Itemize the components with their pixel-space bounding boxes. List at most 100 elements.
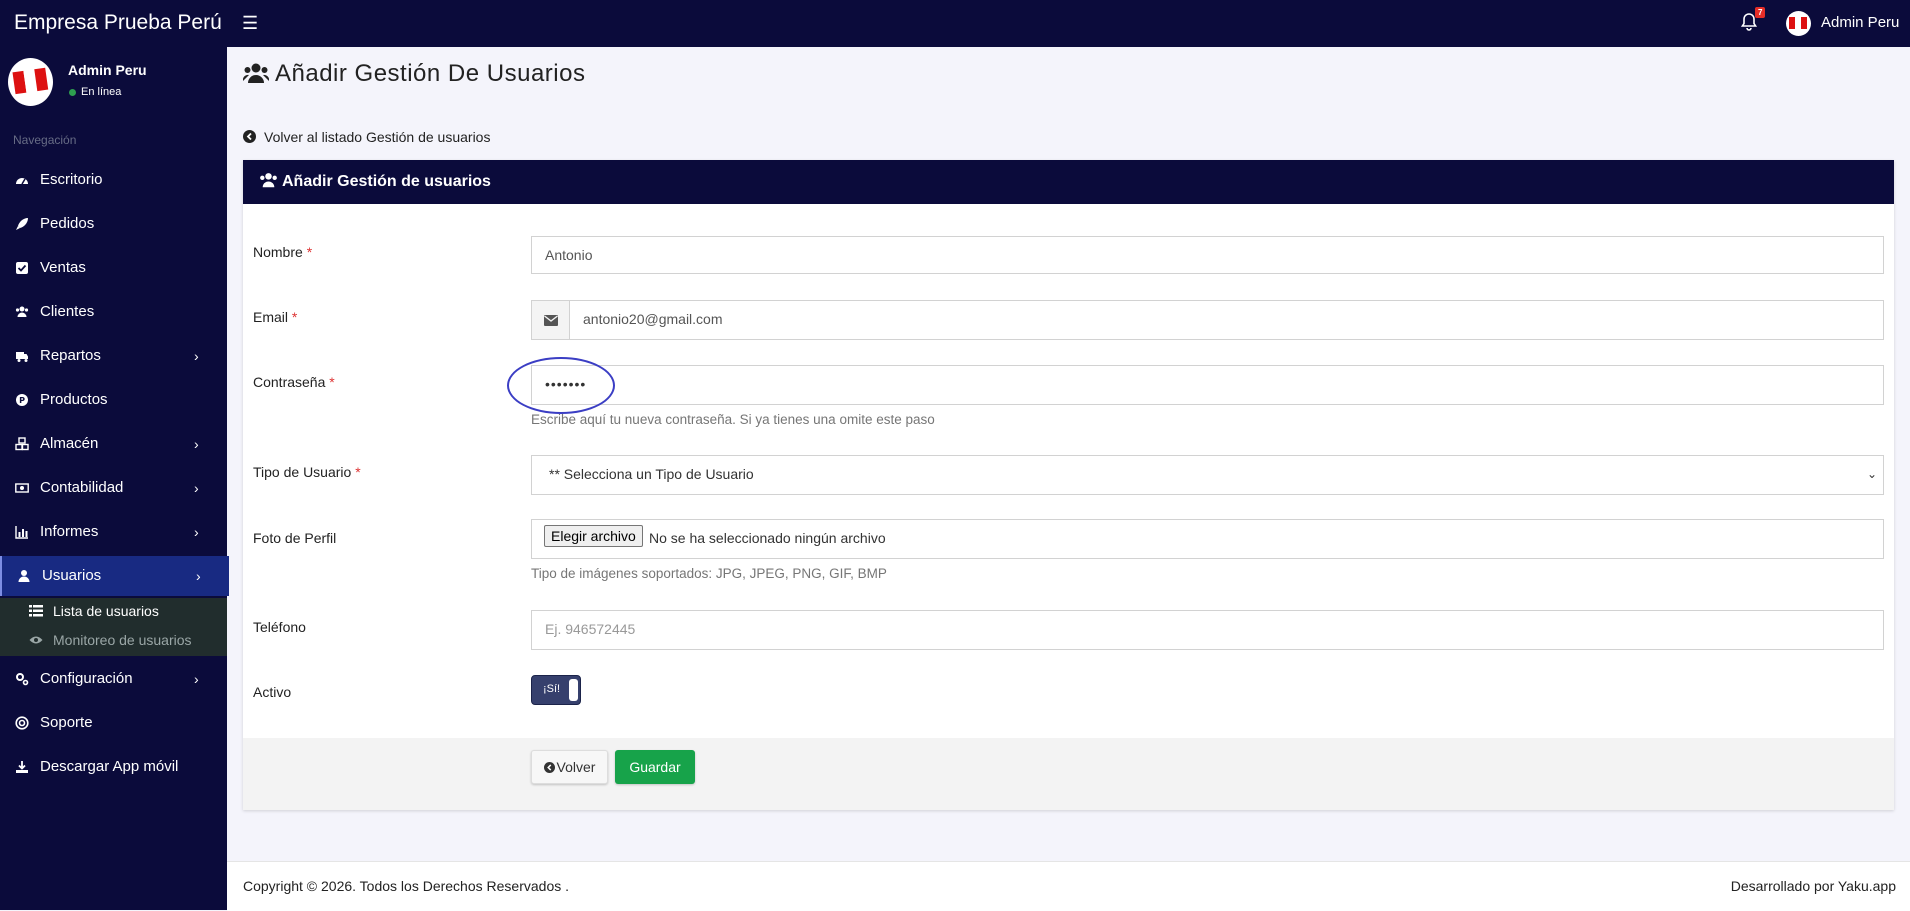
foto-perfil-label: Foto de Perfil [253, 530, 337, 546]
back-to-list-link[interactable]: Volver al listado Gestión de usuarios [243, 129, 490, 145]
choose-file-button[interactable]: Elegir archivo [544, 525, 643, 547]
tipo-usuario-select[interactable]: ** Selecciona un Tipo de Usuario ⌄ [531, 455, 1884, 495]
sidebar-item-pedidos[interactable]: Pedidos [0, 204, 227, 244]
sidebar-item-label: Ventas [40, 259, 86, 276]
copyright-text: Copyright © 2026. Todos los Derechos Res… [243, 878, 570, 894]
sidebar-item-label: Soporte [40, 714, 93, 731]
sidebar-item-label: Productos [40, 391, 108, 408]
avatar[interactable] [1786, 11, 1811, 36]
email-addon [531, 300, 570, 340]
chevron-right-icon: › [194, 348, 199, 364]
product-p-icon: P [16, 394, 28, 406]
save-button[interactable]: Guardar [615, 750, 695, 784]
bar-chart-icon [15, 526, 28, 539]
rocket-icon [16, 218, 28, 230]
sidebar-item-descargar-app[interactable]: Descargar App móvil [0, 747, 227, 787]
sidebar-avatar [8, 58, 53, 106]
sidebar-item-repartos[interactable]: Repartos › [0, 336, 227, 376]
activo-toggle[interactable]: ¡Sí! [531, 675, 581, 705]
truck-icon [16, 352, 28, 362]
sidebar-item-label: Configuración [40, 670, 133, 687]
download-icon [16, 761, 28, 773]
toggle-knob [569, 679, 578, 701]
telefono-input[interactable]: Ej. 946572445 [531, 610, 1884, 650]
sidebar-item-informes[interactable]: Informes › [0, 512, 227, 552]
life-ring-icon [15, 716, 29, 730]
menu-toggle-icon[interactable]: ☰ [242, 13, 258, 34]
check-square-icon [16, 262, 28, 274]
developer-credit[interactable]: Desarrollado por Yaku.app [1731, 878, 1896, 894]
sidebar-item-label: Repartos [40, 347, 101, 364]
sidebar-item-usuarios[interactable]: Usuarios › [0, 556, 229, 596]
chevron-right-icon: › [196, 568, 201, 584]
chevron-right-icon: › [194, 671, 199, 687]
user-form-card: Añadir Gestión de usuarios Nombre * Anto… [243, 160, 1894, 810]
sidebar-item-label: Descargar App móvil [40, 758, 179, 775]
form-actions: Volver Guardar [243, 738, 1894, 810]
foto-perfil-file-input[interactable]: Elegir archivo No se ha seleccionado nin… [531, 519, 1884, 559]
nombre-input[interactable]: Antonio [531, 236, 1884, 274]
chevron-right-icon: › [194, 480, 199, 496]
card-header: Añadir Gestión de usuarios [243, 160, 1894, 204]
back-button[interactable]: Volver [531, 750, 608, 784]
sidebar-item-soporte[interactable]: Soporte [0, 703, 227, 743]
dashboard-icon [16, 178, 28, 185]
sidebar-item-contabilidad[interactable]: Contabilidad › [0, 468, 227, 508]
brand-title[interactable]: Empresa Prueba Perú [14, 11, 222, 35]
top-navbar: Empresa Prueba Perú ☰ 7 Admin Peru [0, 0, 1910, 47]
sidebar-item-almacen[interactable]: Almacén › [0, 424, 227, 464]
chevron-down-icon: ⌄ [1866, 467, 1877, 481]
sidebar-item-label: Contabilidad [40, 479, 124, 496]
sidebar-item-configuracion[interactable]: Configuración › [0, 659, 227, 699]
sidebar-item-label: Informes [40, 523, 99, 540]
sidebar-item-label: Pedidos [40, 215, 95, 232]
sidebar-item-escritorio[interactable]: Escritorio [0, 160, 227, 200]
cogs-icon [16, 673, 29, 686]
usuarios-submenu: Lista de usuarios Monitoreo de usuarios [0, 598, 227, 656]
tipo-usuario-label: Tipo de Usuario * [253, 464, 361, 480]
submenu-item-monitoreo-usuarios[interactable]: Monitoreo de usuarios [0, 627, 227, 653]
nombre-label: Nombre * [253, 244, 313, 260]
page-title: Añadir Gestión De Usuarios [242, 60, 586, 88]
sidebar-item-productos[interactable]: P Productos [0, 380, 227, 420]
users-icon [242, 63, 270, 83]
file-status: No se ha seleccionado ningún archivo [649, 530, 886, 546]
online-status: En línea [69, 86, 121, 98]
page-footer: Copyright © 2026. Todos los Derechos Res… [227, 861, 1910, 911]
submenu-item-label: Lista de usuarios [53, 603, 159, 619]
top-user-name[interactable]: Admin Peru [1821, 14, 1899, 31]
email-label: Email * [253, 309, 298, 325]
online-dot-icon [69, 88, 76, 96]
back-button-label: Volver [556, 759, 596, 775]
arrow-circle-left-icon [243, 130, 256, 143]
eye-icon [29, 636, 43, 644]
list-icon [29, 605, 43, 617]
sidebar-item-label: Clientes [40, 303, 95, 320]
card-title: Añadir Gestión de usuarios [282, 173, 491, 190]
password-help: Escribe aquí tu nueva contraseña. Si ya … [531, 412, 935, 427]
chevron-right-icon: › [194, 524, 199, 540]
chevron-right-icon: › [194, 436, 199, 452]
back-link-text: Volver al listado Gestión de usuarios [264, 129, 491, 145]
nav-heading: Navegación [13, 133, 77, 147]
sidebar-user-name: Admin Peru [68, 62, 147, 78]
submenu-item-lista-usuarios[interactable]: Lista de usuarios [0, 598, 227, 624]
activo-label: Activo [253, 684, 292, 700]
annotation-circle [507, 357, 615, 414]
telefono-label: Teléfono [253, 619, 306, 635]
cubes-icon [15, 437, 29, 451]
sidebar-item-clientes[interactable]: Clientes [0, 292, 227, 332]
email-input[interactable]: antonio20@gmail.com [569, 300, 1884, 340]
envelope-icon [544, 315, 558, 326]
money-icon [15, 483, 29, 493]
sidebar-item-ventas[interactable]: Ventas [0, 248, 227, 288]
password-input[interactable]: ••••••• [531, 365, 1884, 405]
users-icon [15, 306, 29, 317]
arrow-circle-left-icon [543, 762, 555, 773]
users-icon [260, 173, 277, 188]
foto-help: Tipo de imágenes soportados: JPG, JPEG, … [531, 566, 887, 581]
user-icon [18, 570, 30, 582]
svg-text:P: P [19, 396, 25, 405]
page-title-text: Añadir Gestión De Usuarios [275, 60, 586, 87]
tipo-usuario-selected: ** Selecciona un Tipo de Usuario [549, 466, 754, 482]
